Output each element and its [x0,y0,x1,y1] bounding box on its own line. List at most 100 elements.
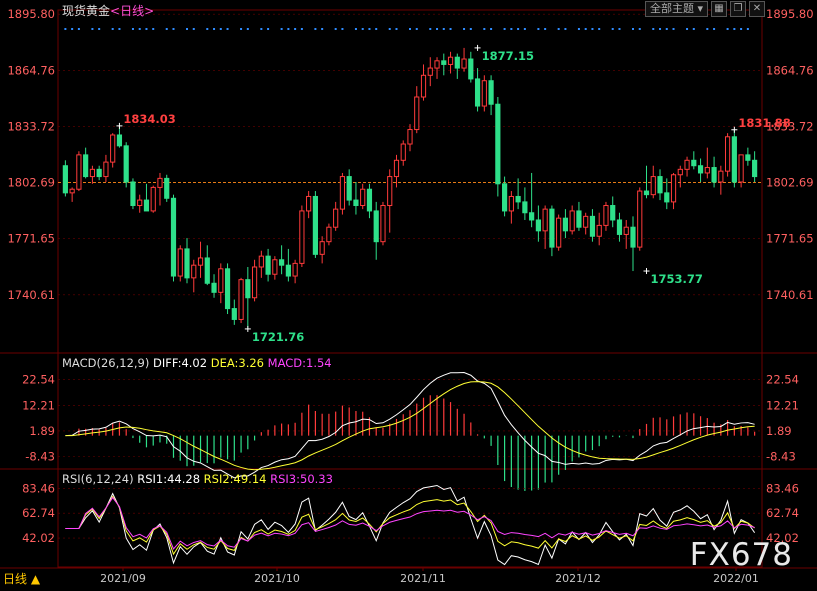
candle-body [333,208,339,228]
period-button[interactable]: 日线 ▲ [3,570,40,587]
close-icon[interactable]: ✕ [749,1,765,17]
candle-body [400,143,406,161]
event-dot [415,28,418,30]
event-dot [577,28,580,30]
rsi-tick-left: 83.46 [22,481,55,495]
event-dot [287,28,290,30]
candle-body [474,78,481,107]
candle-body [346,176,352,201]
x-tick-label: 2021/09 [100,572,146,585]
event-dot [746,28,749,30]
period-label[interactable]: <日线> [110,4,154,18]
candle-body [245,279,251,299]
event-dot [665,28,668,30]
rsi-tick-right: 83.46 [766,481,799,495]
event-dot [77,28,80,30]
price-tick-right: 1802.69 [766,176,814,190]
event-dot [429,28,432,30]
candle-body [258,255,264,268]
candle-body [414,96,420,131]
price-tick-left: 1833.72 [7,119,55,133]
candle-body [502,183,508,212]
candle-body [420,74,427,98]
event-dot [388,28,391,30]
chart-canvas: 1895.80 1895.801864.76 1864.761833.72 1833.… [0,7,817,585]
candle-body [576,210,582,228]
price-tick-right: 1895.80 [766,7,814,21]
macd-diff: DIFF:4.02 [153,356,208,370]
event-dot [246,28,249,30]
event-dot [638,28,641,30]
event-dot [341,28,344,30]
event-dot [503,28,506,30]
candle-body [204,257,210,284]
candle-body [96,168,102,178]
theme-dropdown[interactable]: 全部主题 ▾ [644,1,708,17]
macd-tick-left: -8.43 [25,450,55,464]
candle-body [724,136,731,172]
candle-body [596,224,602,237]
candle-body [292,262,298,277]
candle-body [447,56,454,65]
candle-body [339,176,346,210]
candle-body [89,168,96,178]
event-dot [631,28,634,30]
candle-body [556,217,562,248]
rsi1-line [65,484,756,566]
price-tick-left: 1740.61 [7,288,55,302]
chart-title: 现货黄金<日线> [62,4,155,18]
candle-body [211,282,217,293]
event-dot [517,28,520,30]
candle-body [170,197,177,277]
event-dot [91,28,94,30]
event-dot [442,28,445,30]
event-dot [368,28,371,30]
event-dot [64,28,67,30]
rsi-tick-right: 62.74 [766,506,799,520]
event-dot [409,28,411,30]
candle-body [164,177,170,199]
event-dot [557,28,560,30]
event-dot [172,28,175,30]
event-dot [206,28,209,30]
candle-body [441,60,447,65]
event-dot [118,28,121,30]
event-dot [564,28,567,30]
candle-body [360,188,366,207]
candle-body [515,195,521,203]
rsi-tick-left: 42.02 [22,531,55,545]
candle-body [623,226,629,235]
event-dot [598,28,601,30]
candle-body [427,67,433,76]
event-dot [138,28,141,30]
candle-body [738,154,744,183]
grid-icon[interactable]: ▦ [711,1,727,17]
event-dot [510,28,513,30]
event-dot [537,28,540,30]
price-tick-right: 1771.65 [766,232,814,246]
candle-body [522,201,528,214]
price-tick-left: 1895.80 [7,7,55,21]
candle-body [265,255,271,275]
candle-body [529,212,535,221]
candle-body [495,103,501,185]
candle-body [299,210,305,264]
candle-body [488,80,494,105]
event-dot [280,28,283,30]
event-dot [219,28,222,30]
candle-body [549,208,555,248]
event-dot [584,28,587,30]
rsi-title: RSI(6,12,24) [62,472,134,486]
extreme-price-label: 1877.15 [482,49,534,63]
event-dot [740,28,743,30]
macd-title: MACD(26,12,9) [62,356,150,370]
candle-body [461,58,467,69]
restore-icon[interactable]: ❐ [730,1,746,17]
x-tick-label: 2021/12 [555,572,601,585]
event-dot [449,28,452,30]
candle-body [69,188,75,194]
macd-value: MACD:1.54 [267,356,332,370]
candle-body [745,154,751,161]
candle-body [110,134,116,163]
event-dot [165,28,168,30]
